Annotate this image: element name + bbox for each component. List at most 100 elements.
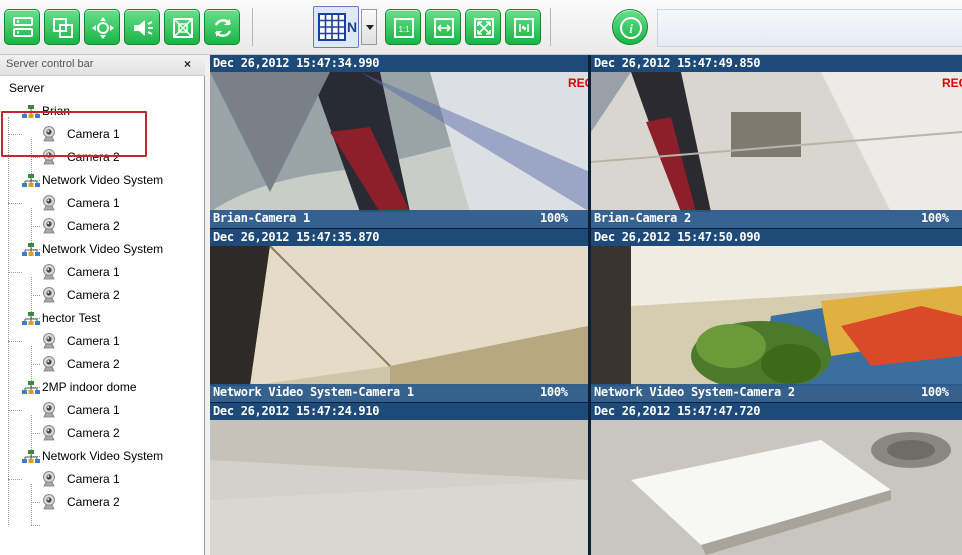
layout-dropdown-button[interactable] [361,9,377,45]
tree-item-label: Server [9,81,45,95]
camera-name-text: Network Video System-Camera 1 [213,385,414,399]
video-feed-image [210,420,588,555]
timestamp-bar: Dec 26,2012 15:47:50.090 [591,229,962,246]
tree-item-label: Camera 1 [67,196,120,210]
tree-item-label: Camera 1 [67,403,120,417]
windows-button[interactable] [44,9,80,45]
audio-icon [134,20,153,36]
stream-percent-text: 100% [540,385,568,399]
timestamp-text: Dec 26,2012 15:47:47.720 [594,404,761,418]
tree-server-node[interactable]: Network Video System [0,238,204,261]
tree-connector-line [31,525,40,526]
toolbar-separator [550,8,551,46]
toolbar-separator [252,8,253,46]
panel-close-button[interactable]: × [184,57,191,71]
toolbar-status-strip [657,9,962,47]
tree-item-label: Camera 2 [67,357,120,371]
tree-item-label: Camera 2 [67,288,120,302]
refresh-button[interactable] [204,9,240,45]
camera-view[interactable]: Dec 26,2012 15:47:47.720 [591,403,962,555]
camera-name-text: Brian-Camera 1 [213,211,310,225]
tree-item-label: Network Video System [42,173,164,187]
camera-name-bar: Brian-Camera 1 100% [210,210,588,228]
tree-item-label: 2MP indoor dome [42,380,137,394]
snapshot-button[interactable] [164,9,200,45]
ptz-control-button[interactable] [84,9,120,45]
stretch-icon [514,18,534,38]
network-server-icon [22,312,40,325]
video-feed-image [591,246,962,402]
grid-layout-button[interactable]: N [313,6,359,48]
toolbar: N 1:1 i [0,0,962,55]
info-button[interactable]: i [612,9,648,45]
tree-root-server[interactable]: Server [0,77,204,100]
tree-item-label: Camera 1 [67,472,120,486]
network-server-icon [22,450,40,463]
stream-percent-text: 100% [921,385,949,399]
camera-icon [43,333,55,349]
tree-item-label: Camera 2 [67,219,120,233]
tree-server-node[interactable]: Network Video System [0,169,204,192]
camera-name-bar: Network Video System-Camera 2 100% [591,384,962,402]
camera-view[interactable]: Dec 26,2012 15:47:24.910 [210,403,588,555]
tree-connector-line [31,484,32,525]
rec-indicator: REC [942,76,962,90]
refresh-icon [214,19,232,37]
camera-view[interactable]: Dec 26,2012 15:47:50.090 Network Video Sy… [591,229,962,402]
video-feed-image [210,72,588,228]
camera-icon [43,195,55,211]
rec-indicator: REC [568,76,588,90]
video-grid: Dec 26,2012 15:47:34.990 REC Brian-Camera … [210,55,962,555]
camera-view[interactable]: Dec 26,2012 15:47:49.850 REC Brian-Camera … [591,55,962,228]
video-feed-image [210,246,588,402]
network-server-icon [22,243,40,256]
highlight-annotation [1,111,147,157]
camera-name-bar: Brian-Camera 2 100% [591,210,962,228]
camera-view[interactable]: Dec 26,2012 15:47:34.990 REC Brian-Camera … [210,55,588,228]
video-feed-image [591,420,962,555]
tree-server-node[interactable]: hector Test [0,307,204,330]
stream-percent-text: 100% [921,211,949,225]
tree-server-node[interactable]: Network Video System [0,445,204,468]
camera-view[interactable]: Dec 26,2012 15:47:35.870 Network Video Sy… [210,229,588,402]
camera-icon [43,425,55,441]
audio-button[interactable] [124,9,160,45]
fullscreen-icon [474,18,494,38]
tree-item-label: Camera 2 [67,426,120,440]
one-to-one-label: 1:1 [398,25,410,34]
server-tree-button[interactable] [4,9,40,45]
windows-icon [53,18,73,38]
fullscreen-button[interactable] [465,9,501,45]
network-server-icon [22,174,40,187]
stream-percent-text: 100% [540,211,568,225]
camera-name-text: Network Video System-Camera 2 [594,385,795,399]
stretch-button[interactable] [505,9,541,45]
ptz-control-icon [92,17,114,39]
info-icon: i [620,17,642,39]
camera-name-text: Brian-Camera 2 [594,211,691,225]
tree-item-label: hector Test [42,311,101,325]
timestamp-bar: Dec 26,2012 15:47:24.910 [210,403,588,420]
server-control-panel: Server control bar × Server Brian Camera 1… [0,55,205,555]
timestamp-text: Dec 26,2012 15:47:49.850 [594,56,761,70]
fit-width-icon [434,18,454,38]
timestamp-bar: Dec 26,2012 15:47:49.850 [591,55,962,72]
fit-width-button[interactable] [425,9,461,45]
tree-server-node[interactable]: 2MP indoor dome [0,376,204,399]
tree-item-label: Network Video System [42,449,164,463]
timestamp-text: Dec 26,2012 15:47:50.090 [594,230,761,244]
timestamp-bar: Dec 26,2012 15:47:35.870 [210,229,588,246]
tree-item-label: Camera 1 [67,334,120,348]
timestamp-bar: Dec 26,2012 15:47:47.720 [591,403,962,420]
camera-name-bar: Network Video System-Camera 1 100% [210,384,588,402]
tree-item-label: Network Video System [42,242,164,256]
server-tree-icon [13,17,33,37]
one-to-one-button[interactable]: 1:1 [385,9,421,45]
network-server-icon [22,381,40,394]
video-feed-image [591,72,962,228]
timestamp-bar: Dec 26,2012 15:47:34.990 [210,55,588,72]
panel-header: Server control bar × [0,55,205,76]
tree-item-label: Camera 1 [67,265,120,279]
snapshot-icon [173,18,193,38]
camera-icon [43,287,55,303]
